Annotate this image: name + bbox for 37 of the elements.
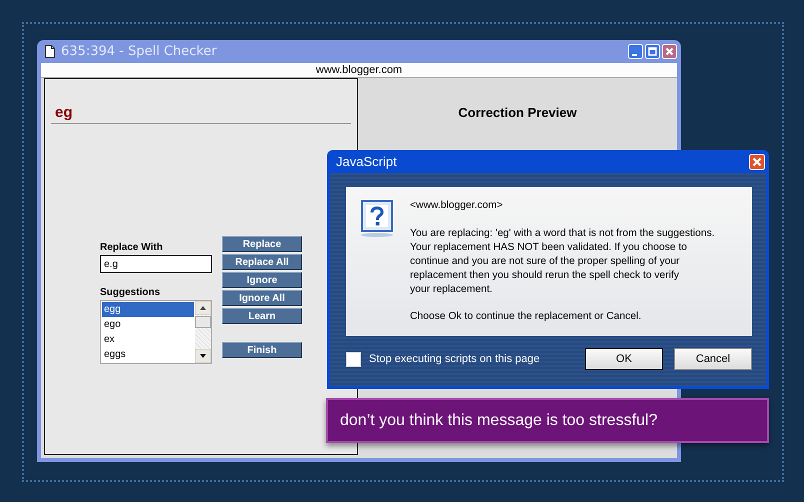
suggestions-label: Suggestions (100, 287, 162, 298)
action-button[interactable]: Ignore All (222, 290, 302, 306)
caption-text: don’t you think this message is too stressful? (340, 412, 658, 430)
scrollbar[interactable] (195, 301, 211, 363)
action-button[interactable]: Replace All (222, 254, 302, 270)
action-button[interactable]: Ignore (222, 272, 302, 288)
minimize-icon[interactable] (628, 44, 643, 59)
suggestions-list[interactable]: egg ego ex eggs (100, 300, 212, 364)
scroll-thumb[interactable] (195, 316, 211, 328)
checkbox[interactable] (346, 352, 361, 366)
url-text: www.blogger.com (316, 63, 402, 77)
suggestion-item[interactable]: egg (102, 302, 194, 317)
close-icon[interactable] (749, 154, 765, 170)
question-icon (358, 199, 394, 239)
checkbox-label: Stop executing scripts on this page (369, 353, 540, 365)
dialog-prompt: Choose Ok to continue the replacement or Cancel. (410, 310, 642, 324)
maximize-icon[interactable] (645, 44, 660, 59)
document-icon (45, 45, 55, 58)
replace-with-field[interactable]: e.g (100, 255, 212, 273)
suggestion-item[interactable]: eggs (102, 347, 194, 362)
cancel-button[interactable]: Cancel (674, 348, 752, 370)
scroll-up-icon[interactable] (195, 301, 211, 315)
finish-button[interactable]: Finish (222, 342, 302, 358)
dialog-title: JavaScript (336, 154, 397, 169)
action-button[interactable]: Replace (222, 236, 302, 252)
ok-button[interactable]: OK (585, 348, 663, 370)
close-icon[interactable] (662, 44, 677, 59)
action-button[interactable]: Learn (222, 308, 302, 324)
suggestion-item[interactable]: ego (102, 317, 194, 332)
window-title: 635:394 - Spell Checker (61, 44, 217, 59)
dialog-origin: <www.blogger.com> (410, 199, 504, 213)
preview-heading: Correction Preview (458, 105, 577, 121)
scroll-down-icon[interactable] (195, 349, 211, 363)
dialog-message: You are replacing: 'eg' with a word that is not from the suggestions. Your replacement HAS NOT been validated. If you choose to continue and you are not sure of the proper spelling of your replacement then you should rerun the spell check to verify your replacement. (410, 227, 715, 297)
replace-with-label: Replace With (100, 242, 164, 253)
misspelled-word: eg (51, 104, 351, 124)
suggestion-item[interactable]: ex (102, 332, 194, 347)
